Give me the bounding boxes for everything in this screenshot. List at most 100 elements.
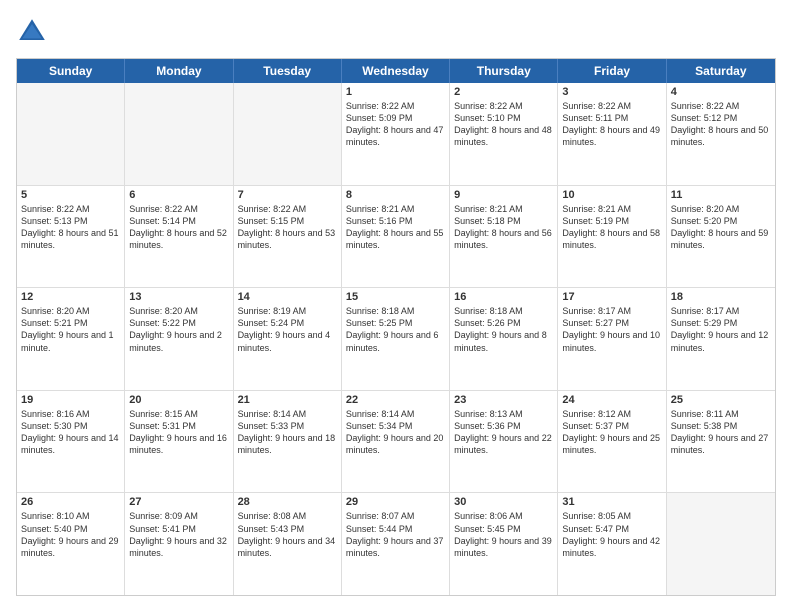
day-info: Sunrise: 8:17 AM Sunset: 5:27 PM Dayligh…: [562, 305, 661, 354]
day-cell-19: 19 Sunrise: 8:16 AM Sunset: 5:30 PM Dayli…: [17, 391, 125, 493]
day-number: 25: [671, 394, 771, 406]
day-cell-14: 14 Sunrise: 8:19 AM Sunset: 5:24 PM Dayli…: [234, 288, 342, 390]
day-number: 22: [346, 394, 445, 406]
header-day-thursday: Thursday: [450, 59, 558, 83]
day-info: Sunrise: 8:15 AM Sunset: 5:31 PM Dayligh…: [129, 408, 228, 457]
day-cell-5: 5 Sunrise: 8:22 AM Sunset: 5:13 PM Daylig…: [17, 186, 125, 288]
day-info: Sunrise: 8:05 AM Sunset: 5:47 PM Dayligh…: [562, 510, 661, 559]
day-info: Sunrise: 8:22 AM Sunset: 5:14 PM Dayligh…: [129, 203, 228, 252]
day-number: 13: [129, 291, 228, 303]
day-info: Sunrise: 8:07 AM Sunset: 5:44 PM Dayligh…: [346, 510, 445, 559]
day-cell-26: 26 Sunrise: 8:10 AM Sunset: 5:40 PM Dayli…: [17, 493, 125, 595]
day-info: Sunrise: 8:20 AM Sunset: 5:22 PM Dayligh…: [129, 305, 228, 354]
day-cell-15: 15 Sunrise: 8:18 AM Sunset: 5:25 PM Dayli…: [342, 288, 450, 390]
day-info: Sunrise: 8:06 AM Sunset: 5:45 PM Dayligh…: [454, 510, 553, 559]
day-number: 7: [238, 189, 337, 201]
day-info: Sunrise: 8:21 AM Sunset: 5:18 PM Dayligh…: [454, 203, 553, 252]
day-info: Sunrise: 8:18 AM Sunset: 5:26 PM Dayligh…: [454, 305, 553, 354]
day-number: 20: [129, 394, 228, 406]
day-number: 23: [454, 394, 553, 406]
day-info: Sunrise: 8:22 AM Sunset: 5:12 PM Dayligh…: [671, 100, 771, 149]
day-cell-7: 7 Sunrise: 8:22 AM Sunset: 5:15 PM Daylig…: [234, 186, 342, 288]
day-number: 19: [21, 394, 120, 406]
day-cell-17: 17 Sunrise: 8:17 AM Sunset: 5:27 PM Dayli…: [558, 288, 666, 390]
calendar-week-3: 12Sunrise: 8:20 AM Sunset: 5:21 PM Dayli…: [17, 288, 775, 391]
day-number: 31: [562, 496, 661, 508]
header-day-wednesday: Wednesday: [342, 59, 450, 83]
day-cell-13: 13 Sunrise: 8:20 AM Sunset: 5:22 PM Dayli…: [125, 288, 233, 390]
day-cell-4: 4 Sunrise: 8:22 AM Sunset: 5:12 PM Daylig…: [667, 83, 775, 185]
calendar: SundayMondayTuesdayWednesdayThursdayFrid…: [16, 58, 776, 596]
day-number: 9: [454, 189, 553, 201]
calendar-week-5: 26 Sunrise: 8:10 AM Sunset: 5:40 PM Dayli…: [17, 493, 775, 595]
day-number: 8: [346, 189, 445, 201]
day-number: 21: [238, 394, 337, 406]
header-day-monday: Monday: [125, 59, 233, 83]
empty-cell: [17, 83, 125, 185]
day-cell-18: 18Sunrise: 8:17 AM Sunset: 5:29 PM Dayli…: [667, 288, 775, 390]
day-number: 26: [21, 496, 120, 508]
day-cell-29: 29 Sunrise: 8:07 AM Sunset: 5:44 PM Dayli…: [342, 493, 450, 595]
day-info: Sunrise: 8:14 AM Sunset: 5:33 PM Dayligh…: [238, 408, 337, 457]
day-number: 15: [346, 291, 445, 303]
day-info: Sunrise: 8:16 AM Sunset: 5:30 PM Dayligh…: [21, 408, 120, 457]
day-cell-2: 2 Sunrise: 8:22 AM Sunset: 5:10 PM Daylig…: [450, 83, 558, 185]
calendar-week-4: 19 Sunrise: 8:16 AM Sunset: 5:30 PM Dayli…: [17, 391, 775, 494]
day-info: Sunrise: 8:13 AM Sunset: 5:36 PM Dayligh…: [454, 408, 553, 457]
day-cell-12: 12Sunrise: 8:20 AM Sunset: 5:21 PM Dayli…: [17, 288, 125, 390]
day-number: 30: [454, 496, 553, 508]
day-cell-16: 16 Sunrise: 8:18 AM Sunset: 5:26 PM Dayli…: [450, 288, 558, 390]
day-cell-3: 3Sunrise: 8:22 AM Sunset: 5:11 PM Daylig…: [558, 83, 666, 185]
day-cell-28: 28Sunrise: 8:08 AM Sunset: 5:43 PM Dayli…: [234, 493, 342, 595]
day-number: 16: [454, 291, 553, 303]
day-cell-20: 20 Sunrise: 8:15 AM Sunset: 5:31 PM Dayli…: [125, 391, 233, 493]
day-number: 5: [21, 189, 120, 201]
day-info: Sunrise: 8:22 AM Sunset: 5:13 PM Dayligh…: [21, 203, 120, 252]
day-number: 3: [562, 86, 661, 98]
day-number: 6: [129, 189, 228, 201]
day-info: Sunrise: 8:17 AM Sunset: 5:29 PM Dayligh…: [671, 305, 771, 354]
day-cell-10: 10 Sunrise: 8:21 AM Sunset: 5:19 PM Dayli…: [558, 186, 666, 288]
day-info: Sunrise: 8:21 AM Sunset: 5:19 PM Dayligh…: [562, 203, 661, 252]
day-cell-6: 6 Sunrise: 8:22 AM Sunset: 5:14 PM Daylig…: [125, 186, 233, 288]
page: SundayMondayTuesdayWednesdayThursdayFrid…: [0, 0, 792, 612]
day-cell-27: 27Sunrise: 8:09 AM Sunset: 5:41 PM Dayli…: [125, 493, 233, 595]
day-info: Sunrise: 8:20 AM Sunset: 5:21 PM Dayligh…: [21, 305, 120, 354]
logo-icon: [16, 16, 48, 48]
day-info: Sunrise: 8:22 AM Sunset: 5:09 PM Dayligh…: [346, 100, 445, 149]
day-info: Sunrise: 8:20 AM Sunset: 5:20 PM Dayligh…: [671, 203, 771, 252]
header-day-saturday: Saturday: [667, 59, 775, 83]
empty-cell: [125, 83, 233, 185]
day-info: Sunrise: 8:10 AM Sunset: 5:40 PM Dayligh…: [21, 510, 120, 559]
day-number: 4: [671, 86, 771, 98]
day-cell-8: 8Sunrise: 8:21 AM Sunset: 5:16 PM Daylig…: [342, 186, 450, 288]
day-number: 17: [562, 291, 661, 303]
day-info: Sunrise: 8:14 AM Sunset: 5:34 PM Dayligh…: [346, 408, 445, 457]
day-info: Sunrise: 8:22 AM Sunset: 5:15 PM Dayligh…: [238, 203, 337, 252]
day-number: 2: [454, 86, 553, 98]
logo: [16, 16, 50, 48]
day-number: 1: [346, 86, 445, 98]
calendar-body: 1 Sunrise: 8:22 AM Sunset: 5:09 PM Daylig…: [17, 83, 775, 595]
day-info: Sunrise: 8:12 AM Sunset: 5:37 PM Dayligh…: [562, 408, 661, 457]
empty-cell: [234, 83, 342, 185]
calendar-week-1: 1 Sunrise: 8:22 AM Sunset: 5:09 PM Daylig…: [17, 83, 775, 186]
header-day-friday: Friday: [558, 59, 666, 83]
day-cell-1: 1 Sunrise: 8:22 AM Sunset: 5:09 PM Daylig…: [342, 83, 450, 185]
day-cell-9: 9 Sunrise: 8:21 AM Sunset: 5:18 PM Daylig…: [450, 186, 558, 288]
day-info: Sunrise: 8:18 AM Sunset: 5:25 PM Dayligh…: [346, 305, 445, 354]
day-cell-30: 30 Sunrise: 8:06 AM Sunset: 5:45 PM Dayli…: [450, 493, 558, 595]
calendar-header-row: SundayMondayTuesdayWednesdayThursdayFrid…: [17, 59, 775, 83]
day-number: 10: [562, 189, 661, 201]
day-number: 28: [238, 496, 337, 508]
day-number: 29: [346, 496, 445, 508]
header-day-sunday: Sunday: [17, 59, 125, 83]
day-info: Sunrise: 8:22 AM Sunset: 5:10 PM Dayligh…: [454, 100, 553, 149]
day-cell-11: 11Sunrise: 8:20 AM Sunset: 5:20 PM Dayli…: [667, 186, 775, 288]
day-cell-24: 24 Sunrise: 8:12 AM Sunset: 5:37 PM Dayli…: [558, 391, 666, 493]
day-number: 14: [238, 291, 337, 303]
day-cell-21: 21 Sunrise: 8:14 AM Sunset: 5:33 PM Dayli…: [234, 391, 342, 493]
day-number: 24: [562, 394, 661, 406]
day-cell-23: 23 Sunrise: 8:13 AM Sunset: 5:36 PM Dayli…: [450, 391, 558, 493]
day-info: Sunrise: 8:19 AM Sunset: 5:24 PM Dayligh…: [238, 305, 337, 354]
